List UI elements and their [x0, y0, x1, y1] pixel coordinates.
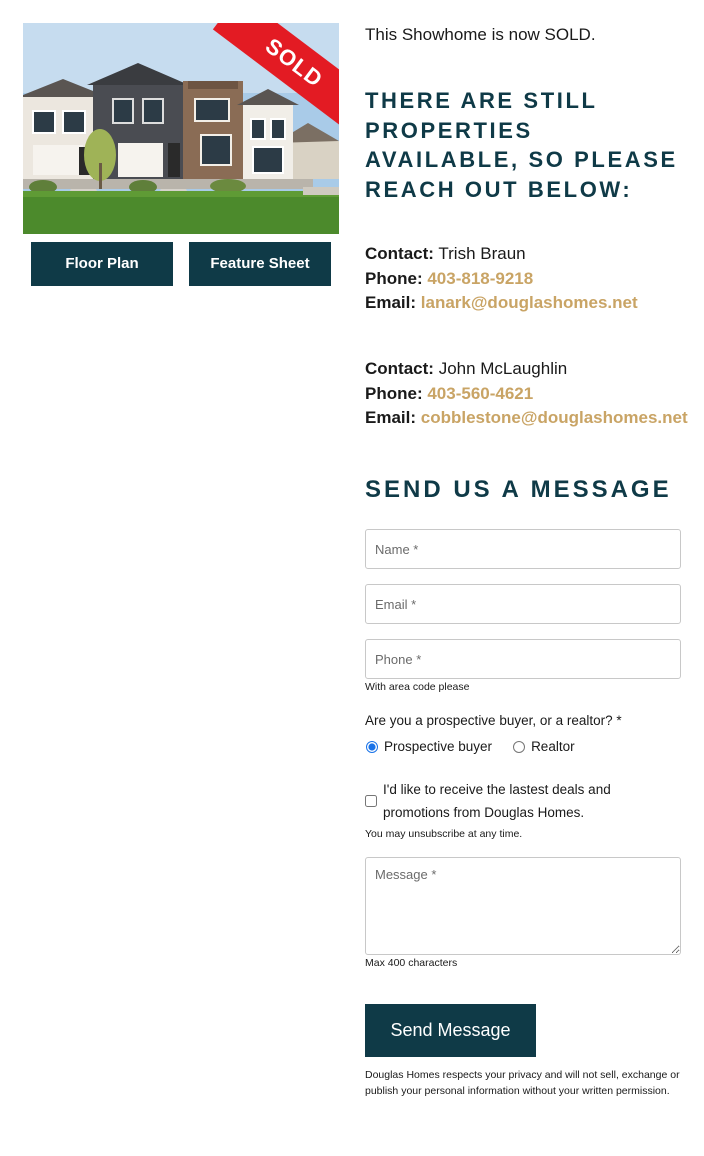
- phone-label: Phone:: [365, 383, 423, 403]
- form-title: SEND US A MESSAGE: [365, 476, 672, 503]
- privacy-note: Douglas Homes respects your privacy and …: [365, 1069, 680, 1097]
- unsubscribe-note: You may unsubscribe at any time.: [365, 828, 523, 840]
- phone-link[interactable]: 403-560-4621: [427, 384, 533, 403]
- email-label: Email:: [365, 293, 417, 312]
- opt-in-checkbox[interactable]: [365, 795, 377, 807]
- email-label: Email:: [365, 408, 417, 427]
- contact-label: Contact:: [365, 359, 434, 378]
- buyer-question: Are you a prospective buyer, or a realto…: [365, 713, 622, 728]
- send-message-button[interactable]: Send Message: [365, 1004, 536, 1057]
- floor-plan-button[interactable]: Floor Plan: [31, 242, 173, 286]
- phone-input[interactable]: [365, 639, 681, 679]
- email-link[interactable]: lanark@douglashomes.net: [421, 293, 638, 312]
- prospective-buyer-label: Prospective buyer: [384, 739, 493, 754]
- email-input[interactable]: [365, 584, 681, 624]
- contact-name: John McLaughlin: [438, 359, 568, 378]
- contact-label: Contact:: [365, 244, 434, 263]
- email-link[interactable]: cobblestone@douglashomes.net: [421, 408, 688, 427]
- prospective-buyer-radio[interactable]: [366, 740, 378, 753]
- availability-heading: THERE ARE STILL PROPERTIES AVAILABLE, SO…: [365, 88, 678, 202]
- phone-help-text: With area code please: [365, 681, 470, 693]
- contact-block-2: Contact: John McLaughlin Phone: 403-560-…: [365, 357, 695, 431]
- sold-notice: This Showhome is now SOLD.: [365, 25, 596, 44]
- buyer-type-radio-group: Prospective buyer Realtor: [365, 739, 575, 754]
- opt-in-label: I'd like to receive the lastest deals an…: [383, 782, 611, 820]
- message-textarea[interactable]: [365, 857, 681, 955]
- realtor-label: Realtor: [531, 739, 575, 754]
- showhome-photo: SOLD: [23, 23, 339, 234]
- phone-link[interactable]: 403-818-9218: [427, 269, 533, 288]
- contact-block-1: Contact: Trish Braun Phone: 403-818-9218…: [365, 242, 695, 316]
- phone-label: Phone:: [365, 268, 423, 288]
- feature-sheet-button[interactable]: Feature Sheet: [189, 242, 331, 286]
- message-help-text: Max 400 characters: [365, 957, 458, 969]
- opt-in-row: I'd like to receive the lastest deals an…: [365, 778, 681, 824]
- name-input[interactable]: [365, 529, 681, 569]
- realtor-radio[interactable]: [513, 740, 526, 753]
- contact-name: Trish Braun: [438, 244, 526, 263]
